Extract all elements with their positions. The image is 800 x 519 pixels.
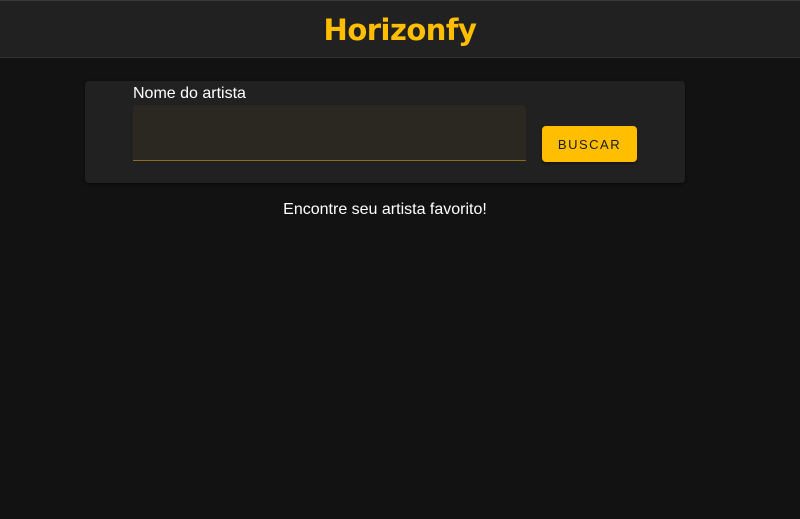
artist-name-label: Nome do artista	[133, 85, 246, 102]
empty-state-message: Encontre seu artista favorito!	[283, 201, 487, 218]
artist-name-field[interactable]	[133, 105, 526, 161]
search-button[interactable]: BUSCAR	[542, 126, 637, 162]
artist-name-input[interactable]	[133, 105, 526, 160]
search-card: Nome do artista BUSCAR	[85, 81, 685, 183]
app-title: Horizonfy	[323, 13, 477, 47]
app-bar: Horizonfy	[0, 0, 800, 58]
